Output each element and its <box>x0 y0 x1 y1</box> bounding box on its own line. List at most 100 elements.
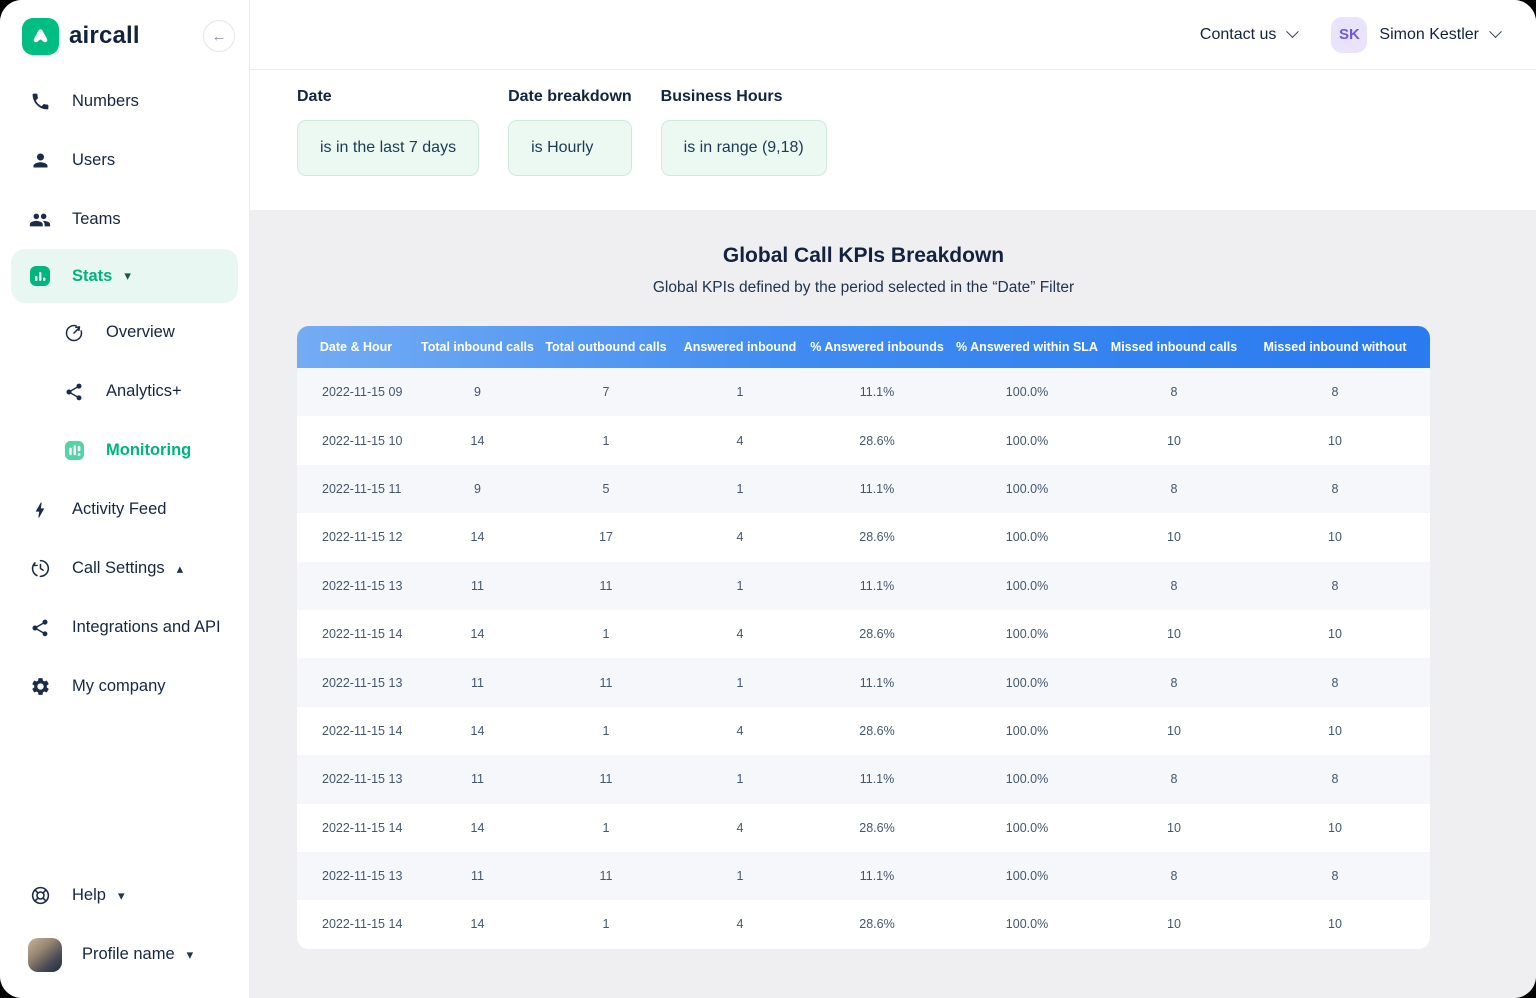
sidebar-item-profile[interactable]: Profile name ▾ <box>0 925 249 984</box>
contact-us-menu[interactable]: Contact us <box>1200 26 1297 44</box>
sidebar-item-stats[interactable]: Stats ▾ <box>11 249 238 303</box>
user-name: Simon Kestler <box>1379 26 1479 44</box>
caret-down-icon: ▾ <box>118 888 125 904</box>
sidebar-nav: Numbers Users Teams Stats ▾ <box>0 72 249 716</box>
content-area: Global Call KPIs Breakdown Global KPIs d… <box>250 210 1536 998</box>
table-cell: 8 <box>1240 562 1430 610</box>
table-cell: 1 <box>540 416 672 464</box>
filter-date-breakdown-value[interactable]: is Hourly <box>508 120 632 176</box>
table-cell: 2022-11-15 09 <box>297 368 415 416</box>
table-cell: 8 <box>1240 852 1430 900</box>
sidebar-item-integrations[interactable]: Integrations and API <box>0 598 249 657</box>
table-cell: 11 <box>415 852 540 900</box>
table-cell: 2022-11-15 11 <box>297 465 415 513</box>
table-cell: 1 <box>540 707 672 755</box>
filter-date: Date is in the last 7 days <box>297 88 479 210</box>
sidebar-item-label: Overview <box>106 323 175 342</box>
table-cell: 100.0% <box>946 465 1108 513</box>
column-header: Total inbound calls <box>415 326 540 368</box>
sidebar-item-label: Teams <box>72 210 121 229</box>
table-cell: 28.6% <box>808 610 946 658</box>
sidebar-item-label: Numbers <box>72 92 139 111</box>
table-cell: 1 <box>672 465 808 513</box>
table-cell: 2022-11-15 14 <box>297 804 415 852</box>
sidebar-collapse-button[interactable]: ← <box>203 20 235 52</box>
user-initials-badge: SK <box>1331 17 1367 53</box>
sidebar-item-numbers[interactable]: Numbers <box>0 72 249 131</box>
table-cell: 4 <box>672 707 808 755</box>
table-cell: 100.0% <box>946 852 1108 900</box>
table-cell: 4 <box>672 513 808 561</box>
table-cell: 11 <box>540 852 672 900</box>
table-cell: 100.0% <box>946 707 1108 755</box>
sidebar-item-label: Activity Feed <box>72 500 166 519</box>
table-cell: 8 <box>1240 755 1430 803</box>
filter-date-value[interactable]: is in the last 7 days <box>297 120 479 176</box>
sidebar-item-help[interactable]: Help ▾ <box>0 866 249 925</box>
table-cell: 17 <box>540 513 672 561</box>
sidebar-item-my-company[interactable]: My company <box>0 657 249 716</box>
share-icon <box>28 616 52 640</box>
sidebar-item-label: Monitoring <box>106 441 191 460</box>
table-cell: 10 <box>1240 707 1430 755</box>
table-cell: 10 <box>1108 900 1240 948</box>
table-cell: 11 <box>540 755 672 803</box>
sidebar-item-call-settings[interactable]: Call Settings ▴ <box>0 539 249 598</box>
page-subtitle: Global KPIs defined by the period select… <box>297 279 1430 297</box>
brand-wordmark: aircall <box>69 22 140 50</box>
sidebar-item-label: Stats <box>72 267 112 286</box>
table-cell: 10 <box>1240 416 1430 464</box>
column-header: % Answered inbounds <box>808 326 946 368</box>
header-row: Date & HourTotal inbound callsTotal outb… <box>297 326 1430 368</box>
table-cell: 10 <box>1108 513 1240 561</box>
table-cell: 8 <box>1108 562 1240 610</box>
table-cell: 10 <box>1108 707 1240 755</box>
table-cell: 11 <box>415 562 540 610</box>
table-cell: 8 <box>1108 658 1240 706</box>
filter-business-hours-value[interactable]: is in range (9,18) <box>661 120 827 176</box>
sidebar-item-users[interactable]: Users <box>0 131 249 190</box>
app-window: aircall ← Numbers Users Teams <box>0 0 1536 998</box>
table-cell: 100.0% <box>946 513 1108 561</box>
table-row: 2022-11-15 131111111.1%100.0%88 <box>297 852 1430 900</box>
filters-bar: Date is in the last 7 days Date breakdow… <box>250 70 1536 210</box>
table-cell: 10 <box>1240 513 1430 561</box>
table-cell: 4 <box>672 900 808 948</box>
table-cell: 100.0% <box>946 416 1108 464</box>
sidebar: aircall ← Numbers Users Teams <box>0 0 250 998</box>
sidebar-item-monitoring[interactable]: Monitoring <box>0 421 249 480</box>
gauge-icon <box>62 321 86 345</box>
table-row: 2022-11-15 14141428.6%100.0%1010 <box>297 900 1430 948</box>
table-cell: 1 <box>672 755 808 803</box>
sidebar-item-label: Help <box>72 886 106 905</box>
filter-date-breakdown: Date breakdown is Hourly <box>508 88 632 210</box>
table-cell: 14 <box>415 804 540 852</box>
sidebar-item-activity-feed[interactable]: Activity Feed <box>0 480 249 539</box>
topbar: Contact us SK Simon Kestler <box>250 0 1536 70</box>
table-cell: 11 <box>415 658 540 706</box>
filter-value-text: is in the last 7 days <box>320 139 456 157</box>
sidebar-item-analytics[interactable]: Analytics+ <box>0 362 249 421</box>
table-cell: 11.1% <box>808 465 946 513</box>
column-header: Answered inbound <box>672 326 808 368</box>
table-cell: 9 <box>415 465 540 513</box>
stats-icon <box>28 264 52 288</box>
table-cell: 2022-11-15 13 <box>297 658 415 706</box>
table-cell: 10 <box>1240 804 1430 852</box>
user-menu[interactable]: SK Simon Kestler <box>1331 17 1500 53</box>
table-cell: 11.1% <box>808 368 946 416</box>
table-cell: 100.0% <box>946 658 1108 706</box>
table-cell: 1 <box>672 368 808 416</box>
column-header: Missed inbound calls <box>1108 326 1240 368</box>
table-row: 2022-11-15 14141428.6%100.0%1010 <box>297 804 1430 852</box>
lifebuoy-icon <box>28 884 52 908</box>
kpi-table: Date & HourTotal inbound callsTotal outb… <box>297 326 1430 949</box>
table-cell: 8 <box>1240 465 1430 513</box>
table-row: 2022-11-15 131111111.1%100.0%88 <box>297 562 1430 610</box>
sidebar-item-overview[interactable]: Overview <box>0 303 249 362</box>
table-cell: 8 <box>1108 465 1240 513</box>
table-cell: 8 <box>1240 658 1430 706</box>
table-cell: 1 <box>540 804 672 852</box>
sidebar-item-label: Analytics+ <box>106 382 182 401</box>
sidebar-item-teams[interactable]: Teams <box>0 190 249 249</box>
